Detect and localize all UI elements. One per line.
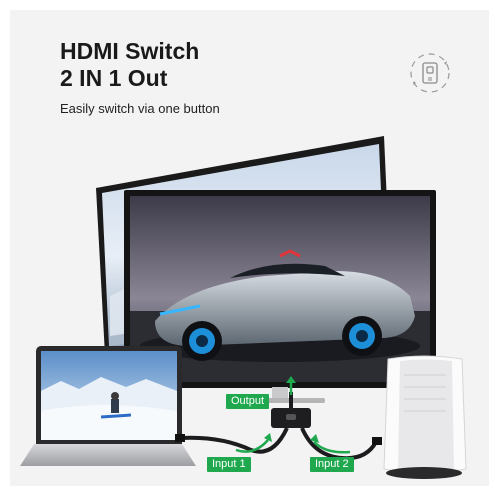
input-2-label: Input 2	[310, 457, 354, 472]
headline: HDMI Switch 2 IN 1 Out	[60, 38, 199, 92]
output-label: Output	[226, 394, 270, 409]
headline-line-2: 2 IN 1 Out	[60, 65, 168, 91]
hdmi-switch-device	[271, 408, 311, 428]
switch-button	[286, 414, 296, 420]
subtitle: Easily switch via one button	[60, 101, 220, 116]
input-1-label: Input 1	[207, 457, 251, 472]
headline-line-1: HDMI Switch	[60, 38, 200, 64]
game-console	[383, 355, 467, 479]
one-button-switch-icon	[410, 53, 450, 93]
laptop-screen-snow-image	[41, 351, 177, 440]
laptop-keyboard-base	[20, 444, 196, 466]
product-banner: HDMI Switch 2 IN 1 Out Easily switch via…	[10, 10, 489, 486]
laptop	[36, 346, 182, 446]
